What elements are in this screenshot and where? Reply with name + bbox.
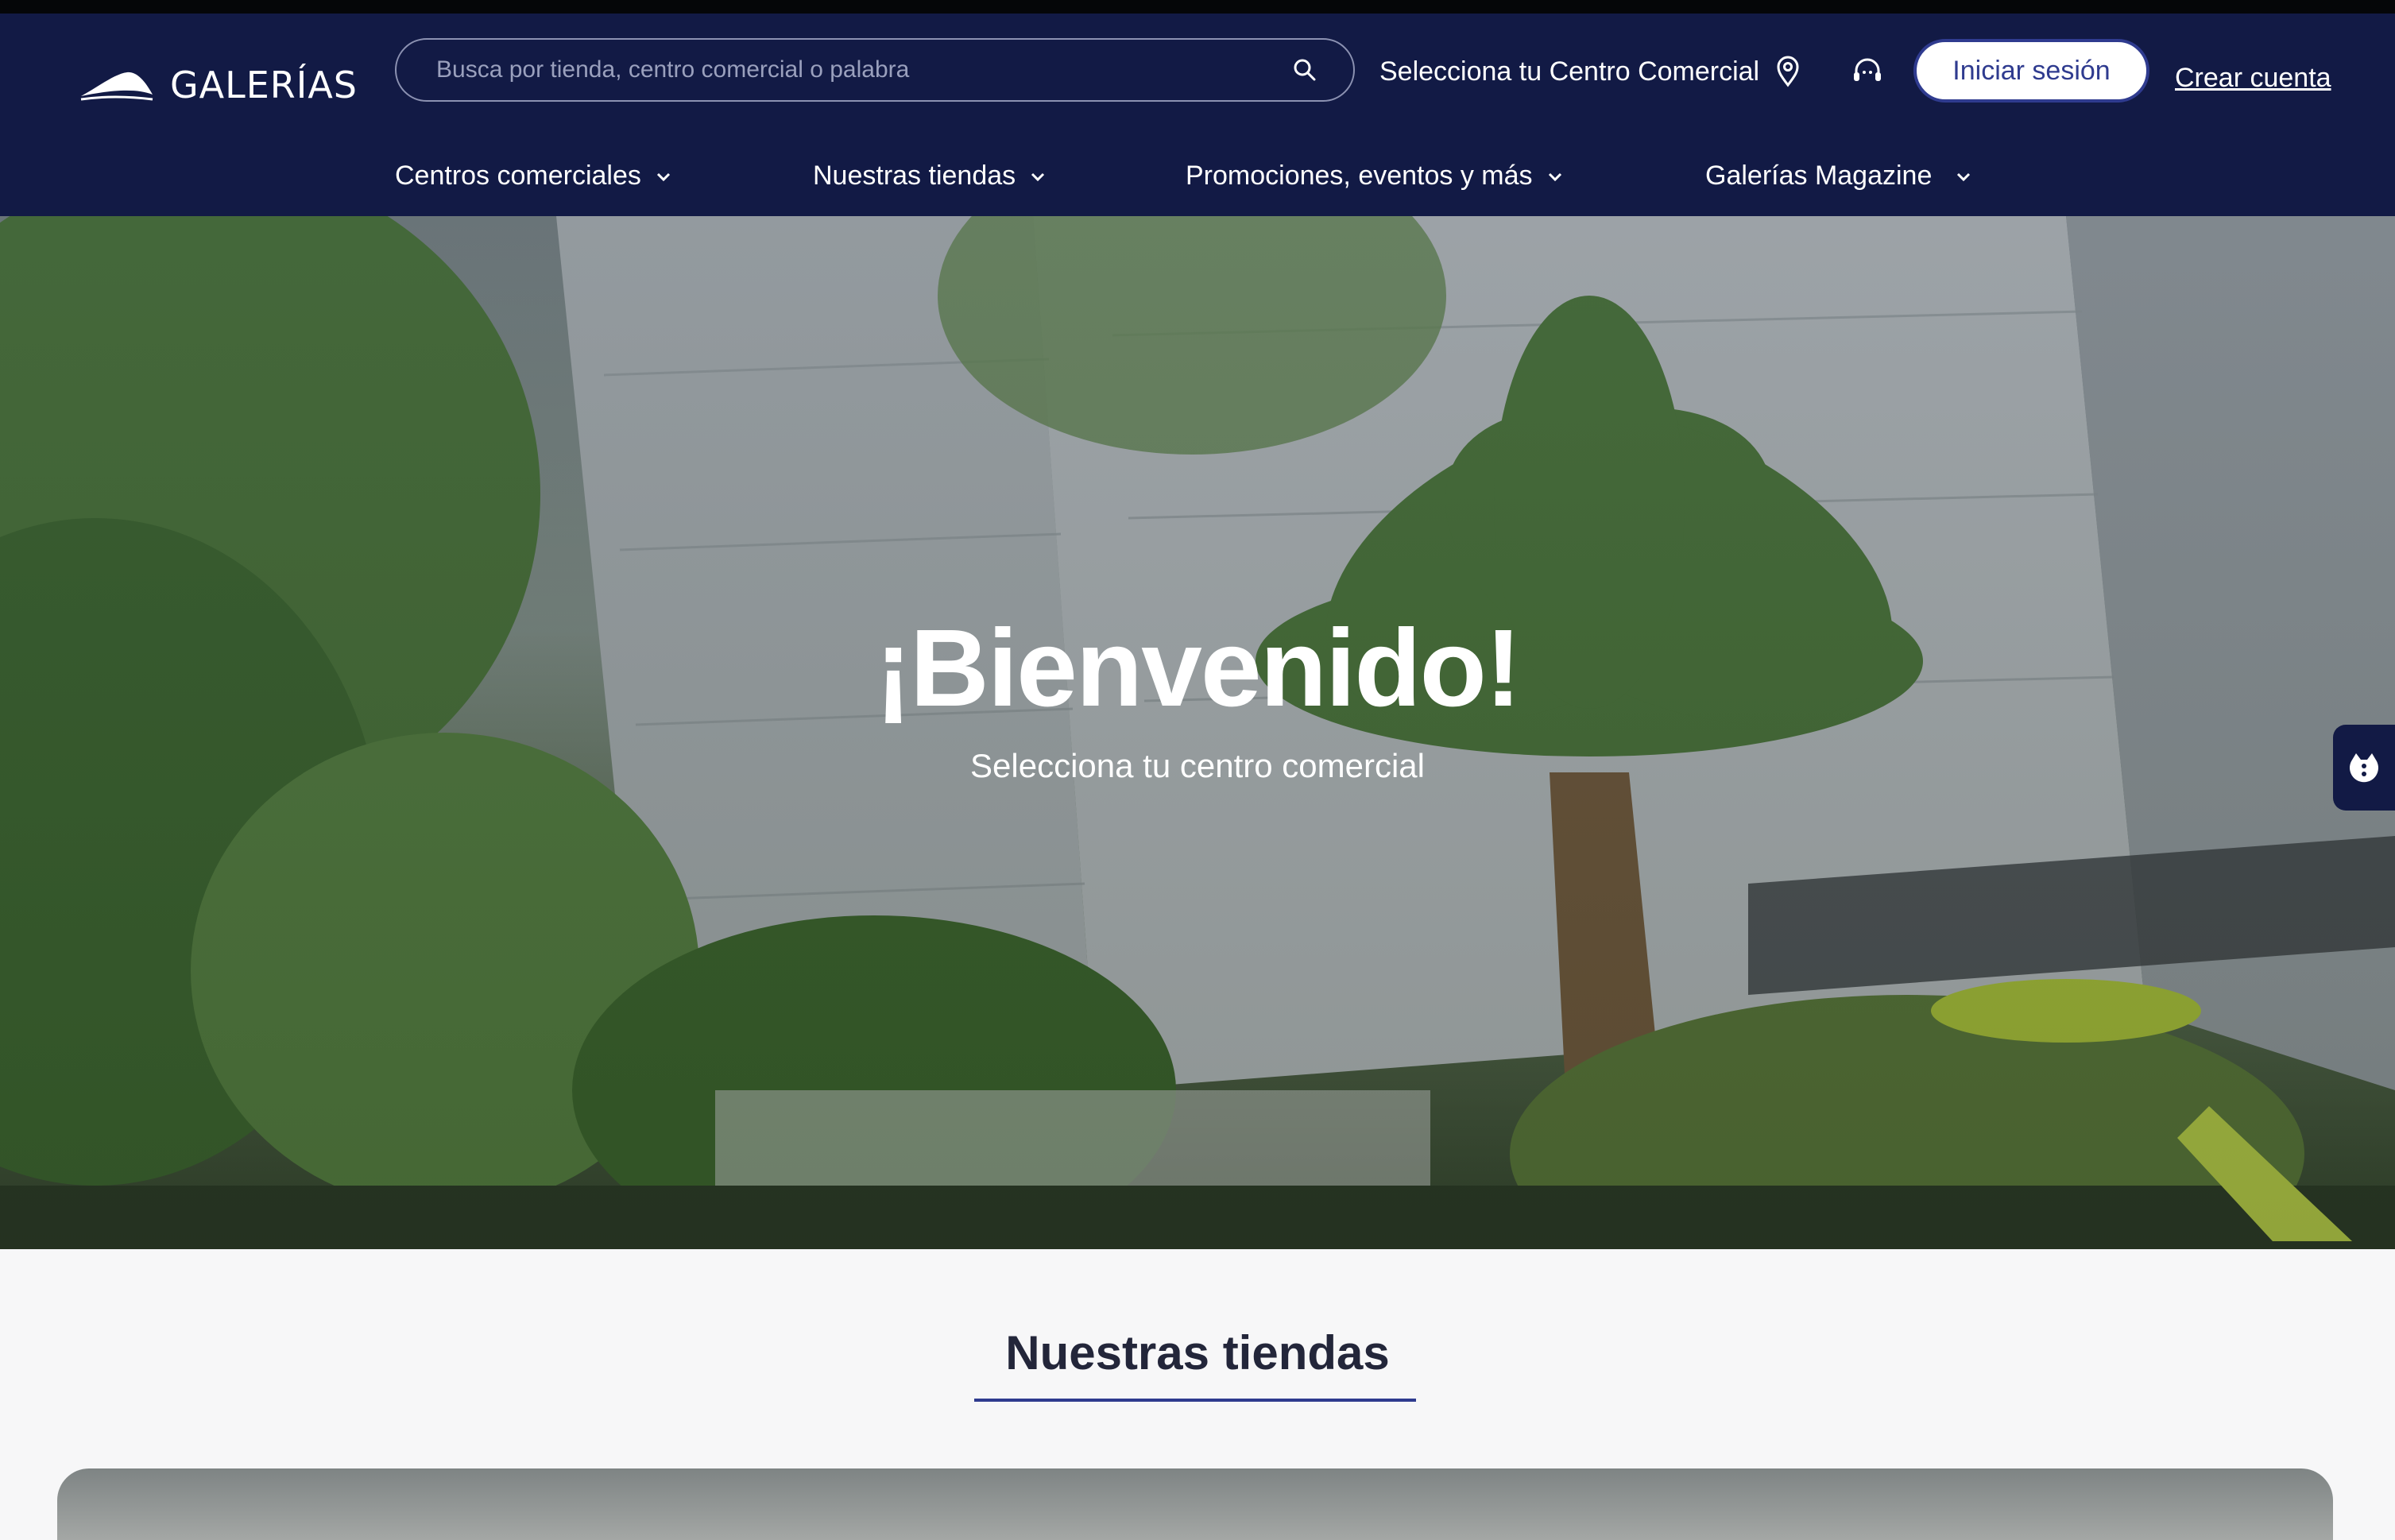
select-mall-label: Selecciona tu Centro Comercial <box>1379 56 1760 87</box>
section-title-nuestras-tiendas: Nuestras tiendas <box>1005 1326 1390 1379</box>
hero-banner: ¡Bienvenido! Selecciona tu centro comerc… <box>0 216 2395 1249</box>
nav-item-promociones[interactable]: Promociones, eventos y más <box>1186 161 1563 192</box>
create-account-link[interactable]: Crear cuenta <box>2175 64 2331 91</box>
chevron-down-icon <box>656 172 670 181</box>
hero-overlay <box>0 216 2395 1249</box>
hero-subtitle: Selecciona tu centro comercial <box>970 747 1425 784</box>
chevron-down-icon <box>1031 172 1045 181</box>
nav-item-nuestras-tiendas[interactable]: Nuestras tiendas <box>813 161 1046 192</box>
nav-item-label: Galerías Magazine <box>1705 161 1933 191</box>
nav-item-label: Promociones, eventos y más <box>1186 161 1533 191</box>
search-input[interactable] <box>436 40 1291 100</box>
select-mall-link[interactable]: Selecciona tu Centro Comercial <box>1379 50 1801 93</box>
wave-logo-icon <box>80 72 153 101</box>
side-floating-tab[interactable] <box>2333 725 2395 811</box>
nav-item-centros-comerciales[interactable]: Centros comerciales <box>395 161 671 192</box>
search-icon[interactable] <box>1291 56 1318 83</box>
main-nav: Centros comerciales Nuestras tiendas Pro… <box>0 153 2395 216</box>
brand-logo[interactable]: GALERÍAS <box>79 53 358 117</box>
brand-name: GALERÍAS <box>170 64 358 106</box>
chevron-down-icon <box>1957 172 1971 181</box>
store-feature-card[interactable] <box>57 1468 2333 1540</box>
search-bar[interactable] <box>395 38 1355 102</box>
nav-item-label: Nuestras tiendas <box>813 161 1016 191</box>
nav-item-label: Centros comerciales <box>395 161 641 191</box>
site-header: GALERÍAS Selecciona tu Centro Comercial … <box>0 14 2395 216</box>
section-title-underline <box>974 1399 1416 1402</box>
nav-item-galerias-magazine[interactable]: Galerías Magazine <box>1705 161 1971 192</box>
browser-top-strip <box>0 0 2395 14</box>
mascot-icon <box>2350 753 2378 783</box>
headset-icon[interactable] <box>1850 53 1885 88</box>
chevron-down-icon <box>1548 172 1561 181</box>
location-pin-icon <box>1777 56 1799 87</box>
login-button[interactable]: Iniciar sesión <box>1913 39 2149 103</box>
hero-title: ¡Bienvenido! <box>875 607 1522 729</box>
